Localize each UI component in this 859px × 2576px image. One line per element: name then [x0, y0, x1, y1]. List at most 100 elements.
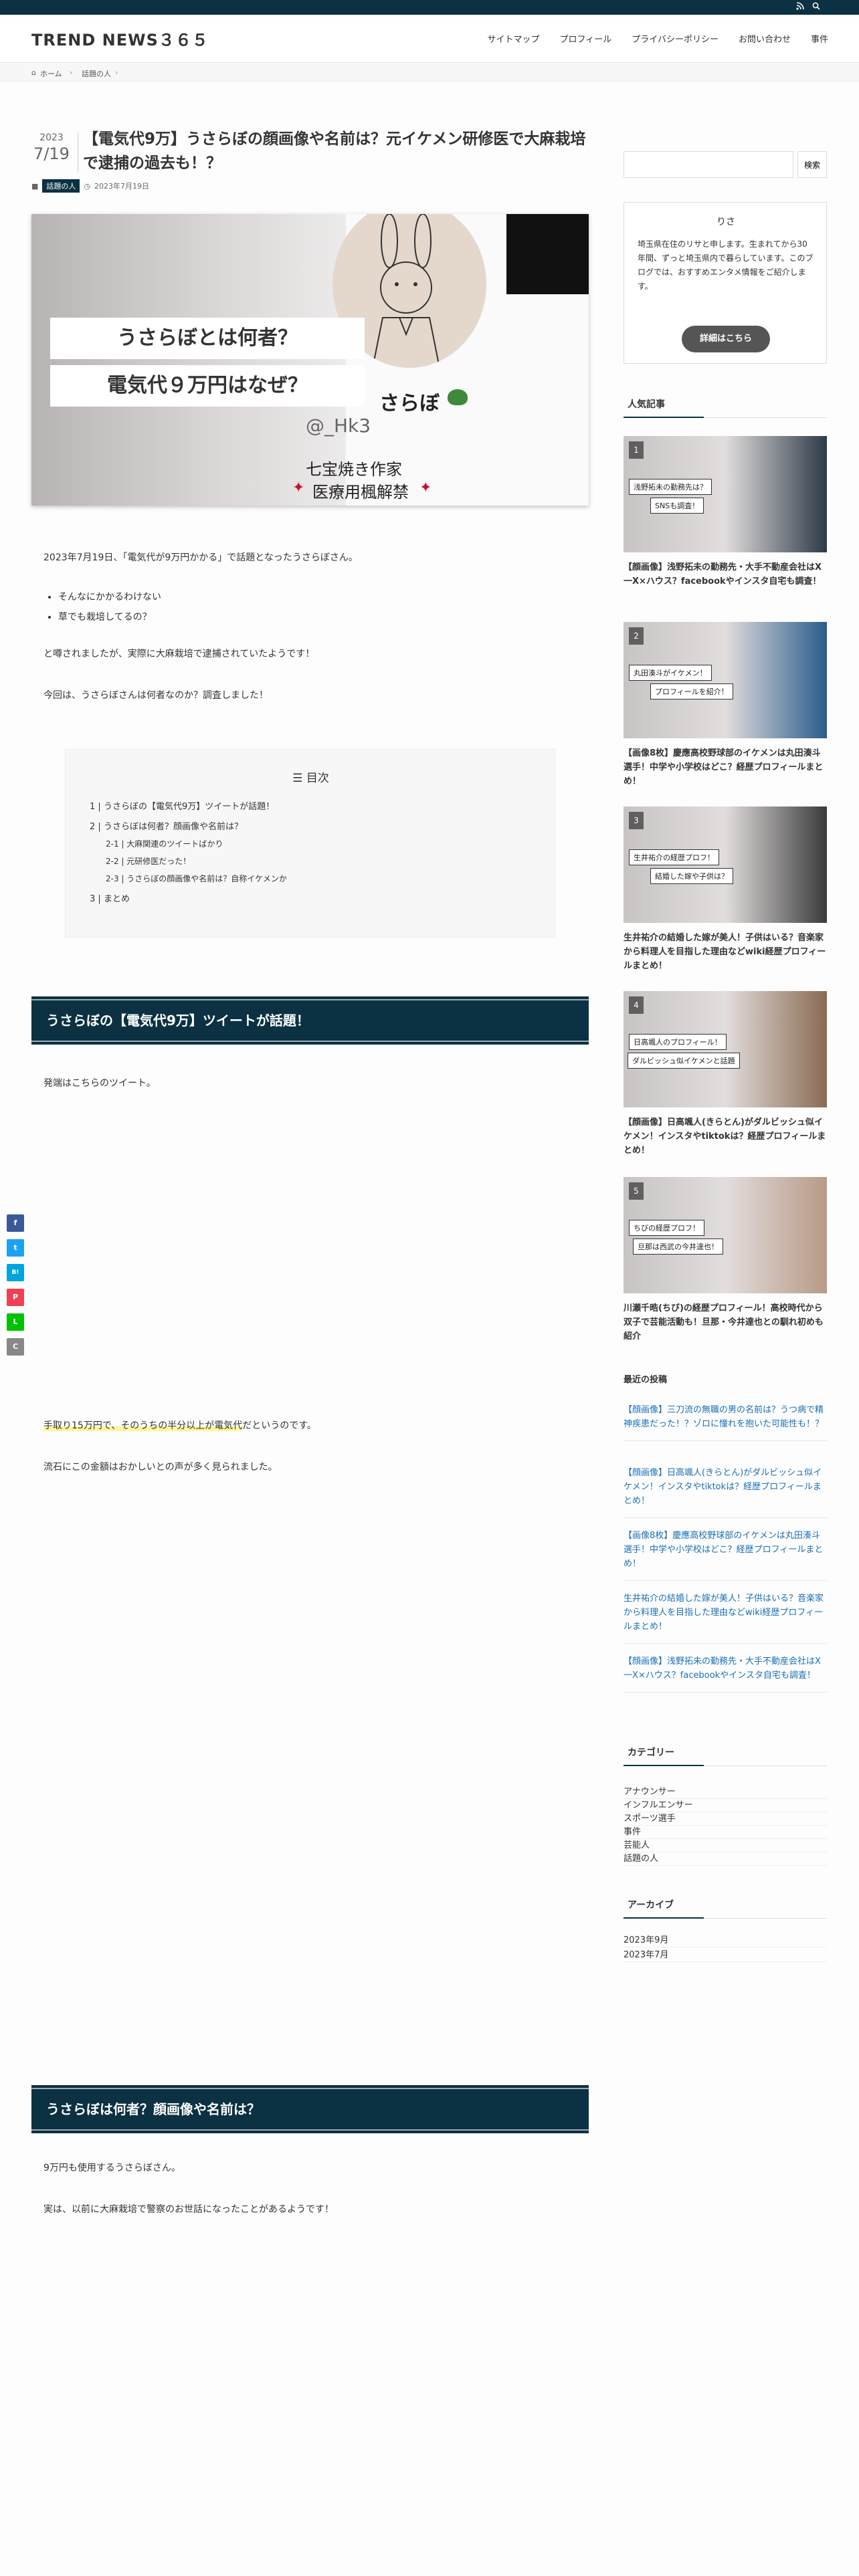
thumb-caption: 丸田湊斗がイケメン！	[629, 665, 712, 681]
facebook-share-icon[interactable]: f	[7, 1214, 24, 1232]
chevron-right-icon: ›	[70, 68, 73, 77]
nav-item-sitemap[interactable]: サイトマップ	[487, 32, 539, 45]
popular-post[interactable]: 5 ちびの経歴プロフ！ 旦那は西武の今井達也！ 川瀬千晧(ちび)の経歴プロフィー…	[624, 1177, 827, 1341]
category-link[interactable]: アナウンサー	[624, 1784, 827, 1799]
popular-post-title: 生井祐介の結婚した嫁が美人！子供はいる？音楽家から料理人を目指した理由などwik…	[624, 933, 826, 971]
nav-item-incident[interactable]: 事件	[811, 32, 828, 45]
recent-post-link[interactable]: 【画像8枚】慶應高校野球部のイケメンは丸田湊斗選手！中学や小学校はどこ？経歴プロ…	[624, 1529, 827, 1581]
toc-subitem[interactable]: 2-1 | 大麻関連のツイートばかり	[106, 838, 223, 849]
toc-heading: ☰ 目次	[66, 768, 556, 785]
recent-post-link[interactable]: 【顔画像】三刀流の無職の男の名前は？うつ病で精神疾患だった！？ゾロに憧れを抱いた…	[624, 1403, 827, 1441]
popular-post[interactable]: 4 日高颯人のプロフィール！ ダルビッシュ似イケメンと話題 【顔画像】日高颯人(…	[624, 991, 827, 1156]
popular-post-title: 【顔画像】日高颯人(きらとん)がダルビッシュ似イケメン！インスタやtiktokは…	[624, 1117, 826, 1156]
category-link[interactable]: インフルエンサー	[624, 1798, 827, 1812]
profile-text: 埼玉県在住のリサと申します。生まれてから30年間、ずっと埼玉県内で暮らしています…	[638, 239, 814, 291]
rss-icon[interactable]	[795, 2, 805, 13]
category-link[interactable]: スポーツ選手	[624, 1811, 827, 1826]
site-logo[interactable]: TREND NEWS３６５	[31, 27, 209, 50]
twitter-share-icon[interactable]: t	[7, 1239, 24, 1257]
popular-post-title: 【画像8枚】慶應高校野球部のイケメンは丸田湊斗選手！中学や小学校はどこ？経歴プロ…	[624, 748, 824, 786]
pocket-share-icon[interactable]: P	[7, 1289, 24, 1306]
clock-icon: ◷	[84, 181, 91, 191]
thumb-caption: 旦那は西武の今井達也！	[633, 1239, 723, 1255]
paragraph: 発端はこちらのツイート。	[43, 1078, 156, 1089]
breadcrumb-home[interactable]: ホーム	[40, 68, 62, 79]
toc-item[interactable]: 2 | うさらぼは何者？顔画像や名前は？	[90, 819, 243, 832]
line-share-icon[interactable]: L	[7, 1313, 24, 1331]
search-input[interactable]	[624, 151, 793, 178]
list-item: そんなにかかるわけない	[58, 587, 161, 607]
thumb-caption: ダルビッシュ似イケメンと話題	[628, 1053, 740, 1069]
popular-post[interactable]: 1 浅野拓未の勤務先は？ SNSも調査！ 【顔画像】浅野拓未の勤務先・大手不動産…	[624, 436, 827, 586]
toc-heading-text: 目次	[306, 772, 329, 785]
turtle-icon	[448, 389, 468, 405]
image-banner-2-text: 電気代９万円はなぜ？	[107, 374, 308, 397]
list-icon: ☰	[292, 772, 306, 785]
rank-number: 3	[629, 812, 644, 829]
recent-post-link[interactable]: 【顔画像】日高颯人(きらとん)がダルビッシュ似イケメン！インスタやtiktokは…	[624, 1466, 827, 1518]
thumb-caption: 生井祐介の経歴プロフ！	[629, 849, 719, 865]
bullet-list: そんなにかかるわけない 草でも栽培してるの？	[58, 587, 161, 627]
category-link[interactable]: 芸能人	[624, 1838, 827, 1852]
nav-item-contact[interactable]: お問い合わせ	[739, 32, 791, 45]
toc-item[interactable]: 3 | まとめ	[90, 891, 130, 904]
popular-post[interactable]: 2 丸田湊斗がイケメン！ プロフィールを紹介！ 【画像8枚】慶應高校野球部のイケ…	[624, 622, 827, 786]
top-bar	[0, 0, 859, 15]
image-banner-2: 電気代９万円はなぜ？	[50, 365, 365, 407]
table-of-contents: ☰ 目次 1 | うさらぼの【電気代9万】ツイートが話題！ 2 | うさらぼは何…	[65, 749, 555, 938]
eyecatch-image: うさらぼとは何者？ 電気代９万円はなぜ？ さらぼ @_Hk3 七宝焼き作家 ✦ …	[31, 214, 589, 506]
category-badge[interactable]: 話題の人	[42, 179, 80, 193]
post-meta: ■ 話題の人 ◷ 2023年7月19日	[31, 179, 149, 193]
chevron-right-icon: ›	[115, 68, 118, 77]
maple-leaf-icon: ✦	[419, 479, 432, 496]
thumb-caption: プロフィールを紹介！	[650, 683, 733, 700]
profile-widget: りさ 埼玉県在住のリサと申します。生まれてから30年間、ずっと埼玉県内で暮らして…	[624, 202, 827, 364]
archive-link[interactable]: 2023年9月	[624, 1933, 827, 1947]
breadcrumb: ⌂ ホーム › 話題の人 ›	[0, 63, 859, 82]
rank-number: 5	[629, 1182, 644, 1200]
profile-name: りさ	[717, 217, 735, 227]
search-icon[interactable]	[811, 2, 822, 13]
image-handle: @_Hk3	[306, 415, 371, 437]
site-header: TREND NEWS３６５ サイトマップ プロフィール プライバシーポリシー お…	[0, 15, 859, 63]
popular-post[interactable]: 3 生井祐介の経歴プロフ！ 結婚した嫁や子供は？ 生井祐介の結婚した嫁が美人！子…	[624, 807, 827, 971]
image-account-name: さらぼ	[379, 392, 440, 415]
page-title: 【電気代9万】うさらぼの顔画像や名前は？元イケメン研修医で大麻栽培で逮捕の過去も…	[83, 130, 586, 172]
nav-item-profile[interactable]: プロフィール	[559, 32, 611, 45]
recent-heading: 最近の投稿	[624, 1375, 668, 1385]
popular-post-title: 【顔画像】浅野拓未の勤務先・大手不動産会社はX一X×ハウス？facebookやイ…	[624, 562, 822, 586]
search-button[interactable]: 検索	[797, 151, 827, 178]
hatena-share-icon[interactable]: B!	[7, 1264, 24, 1281]
section-heading: うさらぼは何者？顔画像や名前は？	[31, 2085, 589, 2133]
image-dark-corner	[506, 214, 589, 294]
rank-number: 4	[629, 996, 644, 1014]
paragraph: 9万円も使用するうさらぼさん。	[43, 2163, 181, 2173]
recent-post-link[interactable]: 【顔画像】浅野拓未の勤務先・大手不動産会社はX一X×ハウス？facebookやイ…	[624, 1654, 827, 1693]
post-day: 7/19	[33, 144, 70, 163]
nav-item-privacy[interactable]: プライバシーポリシー	[632, 32, 719, 45]
popular-heading: 人気記事	[624, 397, 827, 418]
category-link[interactable]: 話題の人	[624, 1851, 827, 1866]
rank-number: 1	[629, 441, 644, 459]
thumb-caption: 日高颯人のプロフィール！	[629, 1034, 727, 1050]
breadcrumb-category[interactable]: 話題の人	[82, 68, 111, 79]
image-line4: 医療用楓解禁	[312, 483, 409, 502]
paragraph: 今回は、うさらぼさんは何者なのか？調査しました！	[43, 690, 268, 701]
recent-post-link[interactable]: 生井祐介の結婚した嫁が美人！子供はいる？音楽家から料理人を目指した理由などwik…	[624, 1592, 827, 1644]
thumb-caption: 結婚した嫁や子供は？	[650, 868, 733, 884]
home-icon: ⌂	[31, 68, 36, 77]
rank-number: 2	[629, 627, 644, 645]
archive-link[interactable]: 2023年7月	[624, 1947, 827, 1962]
published-date: 2023年7月19日	[94, 182, 150, 191]
toc-subitem[interactable]: 2-3 | うさらぼの顔画像や名前は？自称イケメンか	[106, 873, 287, 884]
thumb-caption: SNSも調査！	[650, 498, 704, 514]
profile-detail-button[interactable]: 詳細はこちら	[682, 326, 770, 352]
folder-icon: ■	[31, 181, 39, 191]
maple-leaf-icon: ✦	[292, 479, 305, 496]
toc-subitem[interactable]: 2-2 | 元研修医だった！	[106, 855, 191, 867]
section-heading: うさらぼの【電気代9万】ツイートが話題！	[31, 996, 589, 1045]
toc-item[interactable]: 1 | うさらぼの【電気代9万】ツイートが話題！	[90, 799, 274, 812]
category-link[interactable]: 事件	[624, 1824, 827, 1839]
copy-link-icon[interactable]: C	[7, 1338, 24, 1356]
post-year: 2023	[39, 132, 64, 143]
